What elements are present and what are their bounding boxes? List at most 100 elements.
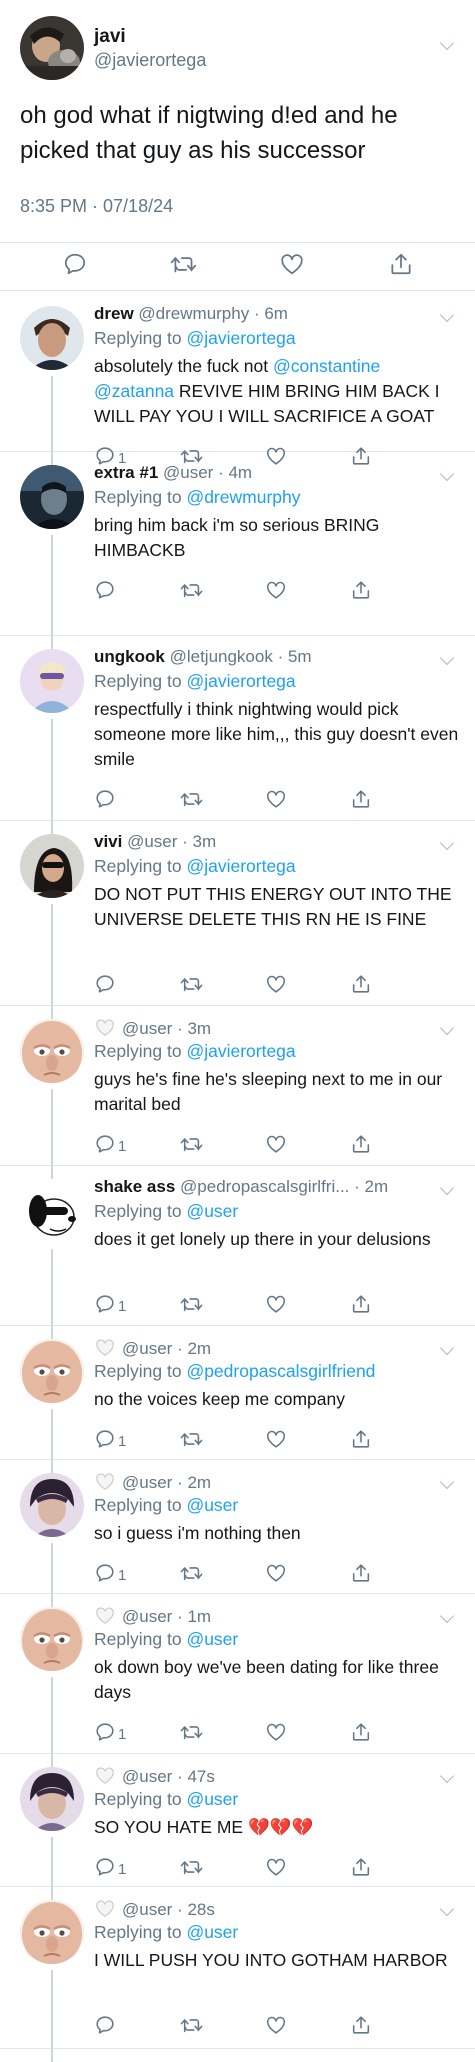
like-icon[interactable]: [265, 788, 287, 815]
chevron-down-icon[interactable]: [439, 1608, 455, 1624]
replying-to-handle[interactable]: @javierortega: [186, 671, 295, 691]
avatar[interactable]: [20, 1473, 84, 1537]
reply-icon[interactable]: [62, 251, 88, 277]
author-handle[interactable]: @user: [163, 463, 213, 482]
author-handle[interactable]: @pedropascalsgirlfri...: [180, 1177, 349, 1196]
chevron-down-icon[interactable]: [439, 35, 455, 51]
like-icon[interactable]: [265, 1721, 287, 1748]
reply-icon[interactable]: [94, 788, 116, 815]
reply-tweet[interactable]: drew @drewmurphy · 6m Replying to @javier…: [0, 292, 475, 467]
chevron-down-icon[interactable]: [439, 650, 455, 666]
reply-tweet[interactable]: ungkook @letjungkook · 5m Replying to @ja…: [0, 635, 475, 834]
reply-tweet[interactable]: @user · 3m Replying to @javierortega guys …: [0, 1005, 475, 1179]
avatar[interactable]: [20, 649, 84, 713]
chevron-down-icon[interactable]: [439, 466, 455, 482]
avatar[interactable]: [20, 1767, 84, 1831]
reply-tweet[interactable]: @user · 2m Replying to @user so i guess i'…: [0, 1459, 475, 1607]
mention-link[interactable]: @constantine: [273, 356, 380, 376]
retweet-icon[interactable]: [180, 788, 204, 815]
reply-tweet[interactable]: @user · 1m Replying to @user ok down boy w…: [0, 1593, 475, 1767]
chevron-down-icon[interactable]: [439, 1474, 455, 1490]
chevron-down-icon[interactable]: [439, 1340, 455, 1356]
author-name[interactable]: javi: [94, 26, 126, 48]
chevron-down-icon[interactable]: [439, 1901, 455, 1917]
reply-icon[interactable]: [94, 1133, 116, 1160]
avatar[interactable]: [20, 465, 84, 529]
author-handle[interactable]: @user: [122, 1339, 172, 1358]
share-icon[interactable]: [350, 1428, 372, 1455]
retweet-icon[interactable]: [180, 1562, 204, 1589]
replying-to-handle[interactable]: @user: [186, 1922, 238, 1942]
like-icon[interactable]: [265, 579, 287, 606]
reply-icon[interactable]: [94, 1562, 116, 1589]
replying-to-handle[interactable]: @javierortega: [186, 328, 295, 348]
reply-icon[interactable]: [94, 579, 116, 606]
reply-icon[interactable]: [94, 973, 116, 1000]
reply-tweet[interactable]: vivi @user · 3m Replying to @javierortega…: [0, 820, 475, 1019]
share-icon[interactable]: [388, 251, 414, 277]
share-icon[interactable]: [350, 1293, 372, 1320]
retweet-icon[interactable]: [180, 1428, 204, 1455]
chevron-down-icon[interactable]: [439, 1020, 455, 1036]
retweet-icon[interactable]: [180, 1133, 204, 1160]
reply-icon[interactable]: [94, 1856, 116, 1883]
reply-tweet[interactable]: @user · 47s Replying to @user SO YOU HATE …: [0, 1753, 475, 1900]
like-icon[interactable]: [265, 2014, 287, 2041]
author-name[interactable]: shake ass: [94, 1177, 175, 1196]
like-icon[interactable]: [265, 1428, 287, 1455]
reply-tweet[interactable]: @user · 28s Replying to @user I WILL PUSH …: [0, 1886, 475, 2062]
author-name[interactable]: ungkook: [94, 647, 165, 666]
author-handle[interactable]: @javierortega: [94, 50, 206, 71]
share-icon[interactable]: [350, 788, 372, 815]
avatar[interactable]: [20, 1179, 84, 1243]
author-handle[interactable]: @user: [122, 1767, 172, 1786]
share-icon[interactable]: [350, 579, 372, 606]
reply-icon[interactable]: [94, 1721, 116, 1748]
retweet-icon[interactable]: [180, 1293, 204, 1320]
replying-to-handle[interactable]: @user: [186, 1201, 238, 1221]
author-name[interactable]: extra #1: [94, 463, 158, 482]
replying-to-handle[interactable]: @javierortega: [186, 1041, 295, 1061]
like-icon[interactable]: [265, 1562, 287, 1589]
retweet-icon[interactable]: [170, 251, 198, 277]
share-icon[interactable]: [350, 1856, 372, 1883]
author-handle[interactable]: @user: [122, 1607, 172, 1626]
replying-to-handle[interactable]: @javierortega: [186, 856, 295, 876]
reply-tweet[interactable]: shake ass @pedropascalsgirlfri... · 2m Re…: [0, 1165, 475, 1339]
replying-to-handle[interactable]: @user: [186, 1789, 238, 1809]
avatar[interactable]: [20, 16, 84, 80]
chevron-down-icon[interactable]: [439, 1180, 455, 1196]
author-handle[interactable]: @user: [122, 1019, 172, 1038]
reply-tweet[interactable]: @user · 2m Replying to @pedropascalsgirlf…: [0, 1325, 475, 1473]
chevron-down-icon[interactable]: [439, 835, 455, 851]
share-icon[interactable]: [350, 1133, 372, 1160]
share-icon[interactable]: [350, 1721, 372, 1748]
retweet-icon[interactable]: [180, 1721, 204, 1748]
author-handle[interactable]: @drewmurphy: [138, 304, 249, 323]
like-icon[interactable]: [279, 251, 305, 277]
share-icon[interactable]: [350, 1562, 372, 1589]
author-handle[interactable]: @user: [127, 832, 177, 851]
replying-to-handle[interactable]: @user: [186, 1629, 238, 1649]
author-name[interactable]: vivi: [94, 832, 122, 851]
author-handle[interactable]: @letjungkook: [170, 647, 273, 666]
reply-icon[interactable]: [94, 1428, 116, 1455]
like-icon[interactable]: [265, 973, 287, 1000]
author-name[interactable]: drew: [94, 304, 134, 323]
like-icon[interactable]: [265, 1856, 287, 1883]
like-icon[interactable]: [265, 1133, 287, 1160]
reply-tweet[interactable]: extra #1 @user · 4m Replying to @drewmurp…: [0, 451, 475, 649]
avatar[interactable]: [20, 1019, 84, 1083]
reply-icon[interactable]: [94, 2014, 116, 2041]
replying-to-handle[interactable]: @drewmurphy: [186, 487, 300, 507]
avatar[interactable]: [20, 1607, 84, 1671]
chevron-down-icon[interactable]: [439, 307, 455, 323]
author-handle[interactable]: @user: [122, 1900, 172, 1919]
retweet-icon[interactable]: [180, 973, 204, 1000]
reply-icon[interactable]: [94, 1293, 116, 1320]
author-handle[interactable]: @user: [122, 1473, 172, 1492]
mention-link[interactable]: @zatanna: [94, 381, 174, 401]
avatar[interactable]: [20, 306, 84, 370]
replying-to-handle[interactable]: @pedropascalsgirlfriend: [186, 1361, 375, 1381]
avatar[interactable]: [20, 1900, 84, 1964]
